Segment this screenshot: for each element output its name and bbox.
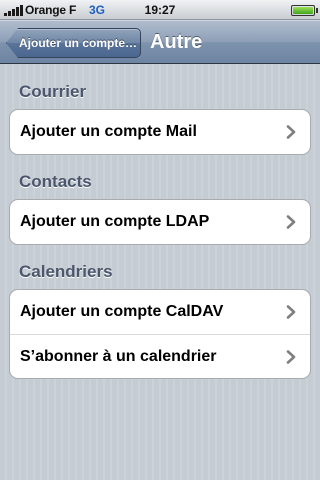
status-bar: Orange F 3G 19:27 xyxy=(0,0,320,20)
chevron-right-icon xyxy=(286,125,296,139)
chevron-right-icon xyxy=(286,305,296,319)
section-header-mail: Courrier xyxy=(19,82,87,101)
row-label: Ajouter un compte CalDAV xyxy=(20,303,224,320)
subscribe-calendar-row[interactable]: S’abonner à un calendrier xyxy=(10,334,310,378)
chevron-right-icon xyxy=(286,215,296,229)
row-label: S’abonner à un calendrier xyxy=(20,348,217,365)
back-button[interactable]: Ajouter un compte… xyxy=(6,28,141,58)
mail-group: Ajouter un compte Mail xyxy=(9,109,311,155)
chevron-right-icon xyxy=(286,350,296,364)
battery-level xyxy=(293,7,313,14)
page-title: Autre xyxy=(150,31,203,53)
section-header-contacts: Contacts xyxy=(19,172,92,191)
status-time: 19:27 xyxy=(144,3,176,17)
calendars-group: Ajouter un compte CalDAV S’abonner à un … xyxy=(9,289,311,379)
add-ldap-account-row[interactable]: Ajouter un compte LDAP xyxy=(10,200,310,244)
navigation-bar: Ajouter un compte… Autre xyxy=(0,20,320,64)
row-label: Ajouter un compte Mail xyxy=(20,123,197,140)
row-label: Ajouter un compte LDAP xyxy=(20,213,210,230)
add-mail-account-row[interactable]: Ajouter un compte Mail xyxy=(10,110,310,154)
section-header-calendars: Calendriers xyxy=(19,262,113,281)
battery-icon xyxy=(291,5,318,16)
add-caldav-account-row[interactable]: Ajouter un compte CalDAV xyxy=(10,290,310,334)
contacts-group: Ajouter un compte LDAP xyxy=(9,199,311,245)
